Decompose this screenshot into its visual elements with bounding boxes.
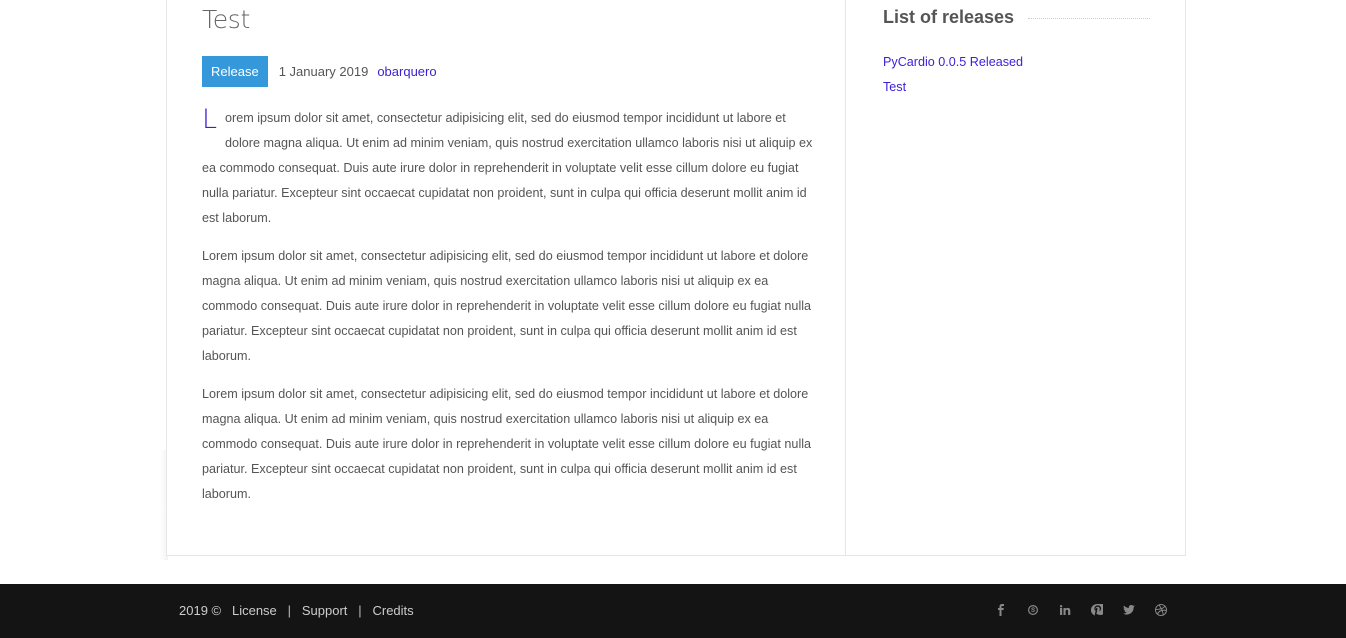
post-author-link[interactable]: obarquero — [377, 64, 436, 79]
dropcap-letter: L — [202, 104, 218, 135]
footer: 2019 © License | Support | Credits — [0, 584, 1346, 638]
post-title: Test — [202, 5, 251, 34]
release-list: PyCardio 0.0.5 Released Test — [883, 51, 1023, 101]
release-link[interactable]: PyCardio 0.0.5 Released — [883, 55, 1023, 69]
credits-link[interactable]: Credits — [372, 603, 413, 618]
social-icons — [993, 603, 1185, 619]
skype-icon[interactable] — [1025, 603, 1041, 619]
post-paragraph: Lorem ipsum dolor sit amet, consectetur … — [202, 249, 812, 363]
footer-links: 2019 © License | Support | Credits — [179, 603, 414, 618]
pinterest-icon[interactable] — [1089, 603, 1107, 619]
copyright-text: 2019 © — [179, 603, 222, 618]
license-link[interactable]: License — [232, 603, 277, 618]
paragraph-text: orem ipsum dolor sit amet, consectetur a… — [202, 111, 813, 225]
category-tag-button[interactable]: Release — [202, 56, 268, 87]
post-paragraph: Lorem ipsum dolor sit amet, consectetur … — [202, 387, 812, 501]
list-item: PyCardio 0.0.5 Released — [883, 51, 1023, 76]
post-paragraph: Lorem ipsum dolor sit amet, consectetur … — [202, 106, 814, 231]
post-meta: Release 1 January 2019 obarquero — [202, 56, 437, 87]
release-link[interactable]: Test — [883, 80, 906, 94]
sidebar-widget-title: List of releases — [883, 7, 1015, 27]
widget-title-underline — [1028, 18, 1150, 19]
twitter-icon[interactable] — [1121, 603, 1137, 619]
post-date: 1 January 2019 — [278, 64, 369, 79]
list-item: Test — [883, 76, 1023, 101]
post-content: Lorem ipsum dolor sit amet, consectetur … — [202, 106, 814, 520]
sidebar-divider — [845, 0, 846, 556]
linkedin-icon[interactable] — [1057, 603, 1073, 619]
dribbble-icon[interactable] — [1153, 603, 1169, 619]
facebook-icon[interactable] — [993, 603, 1009, 619]
support-link[interactable]: Support — [302, 603, 348, 618]
